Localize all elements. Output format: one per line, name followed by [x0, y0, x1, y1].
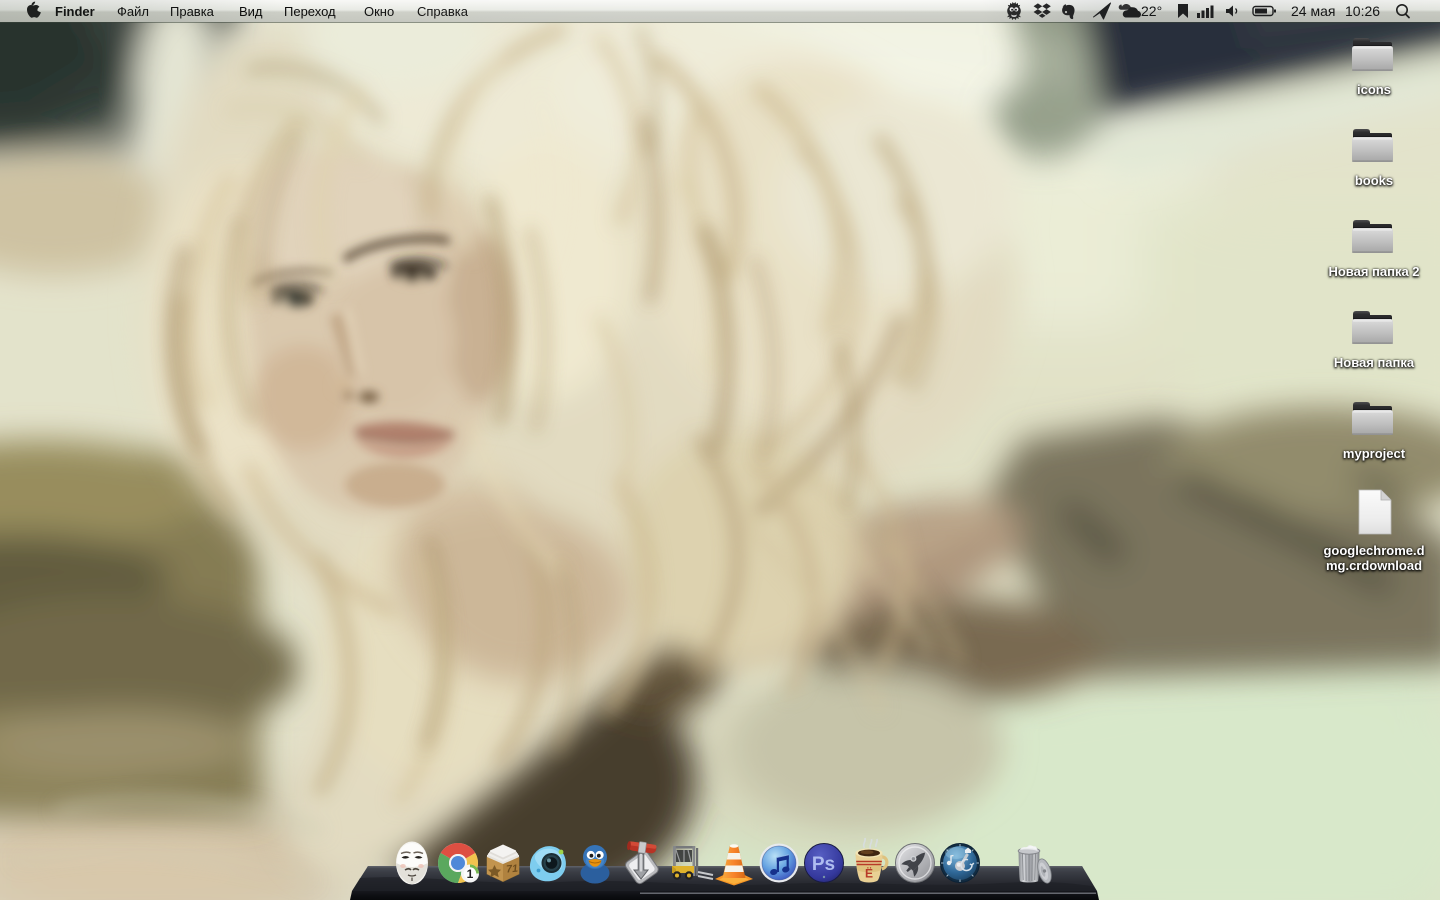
svg-text:1: 1 [467, 867, 474, 881]
svg-text:22°: 22° [1141, 3, 1162, 19]
svg-text:24 мая: 24 мая [1291, 3, 1335, 19]
svg-text:Ps: Ps [812, 854, 835, 875]
svg-text:10:26: 10:26 [1345, 3, 1380, 19]
svg-text:Ё: Ё [865, 866, 873, 881]
svg-text:71: 71 [506, 862, 519, 875]
